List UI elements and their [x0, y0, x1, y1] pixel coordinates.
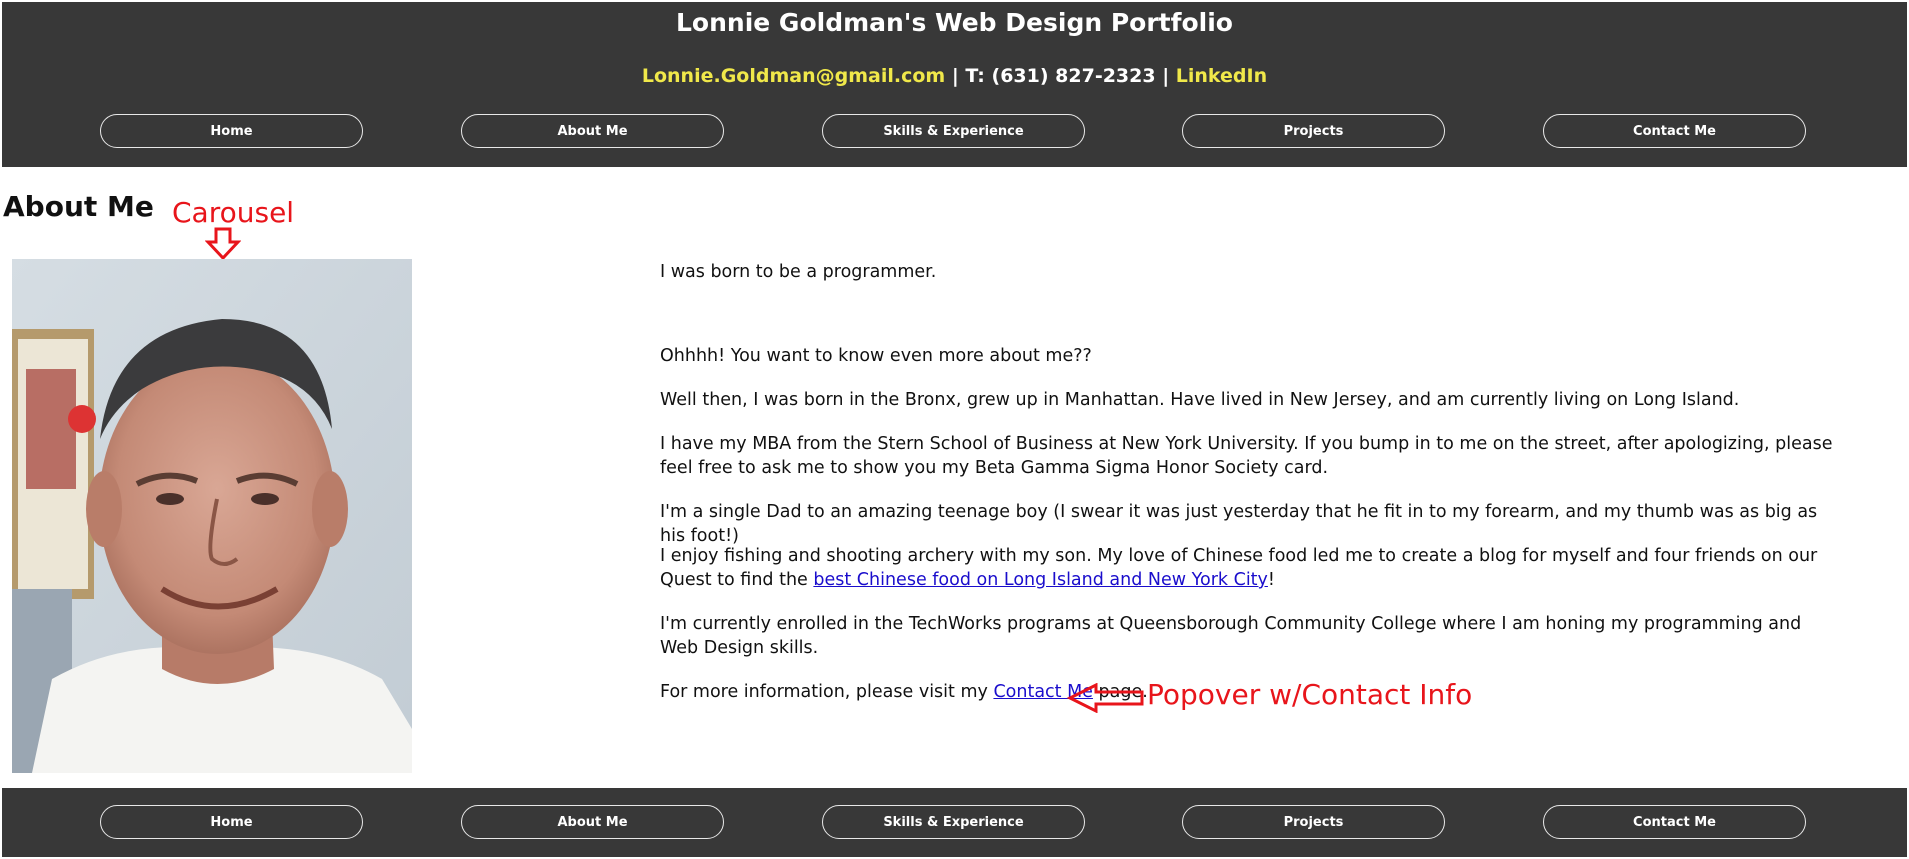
nav-skills-button[interactable]: Skills & Experience	[822, 114, 1085, 148]
paragraph: Ohhhh! You want to know even more about …	[660, 346, 1092, 366]
left-arrow-icon	[1066, 683, 1144, 713]
contact-line: Lonnie.Goldman@gmail.com | T: (631) 827-…	[2, 62, 1907, 90]
site-footer: Home About Me Skills & Experience Projec…	[2, 788, 1907, 857]
chinese-food-blog-link[interactable]: best Chinese food on Long Island and New…	[813, 570, 1268, 590]
paragraph: I enjoy fishing and shooting archery wit…	[660, 544, 1840, 592]
email-link[interactable]: Lonnie.Goldman@gmail.com	[642, 65, 945, 87]
phone-number: T: (631) 827-2323	[965, 65, 1156, 87]
nav-about-button[interactable]: About Me	[461, 114, 724, 148]
down-arrow-icon	[205, 227, 241, 261]
paragraph-text: For more information, please visit my	[660, 682, 994, 702]
site-header: Lonnie Goldman's Web Design Portfolio Lo…	[2, 2, 1907, 167]
footer-nav-home-button[interactable]: Home	[100, 805, 363, 839]
nav-contact-button[interactable]: Contact Me	[1543, 114, 1806, 148]
popover-annotation: Popover w/Contact Info	[1147, 678, 1473, 711]
paragraph: I'm currently enrolled in the TechWorks …	[660, 614, 1802, 658]
paragraph: I was born to be a programmer.	[660, 262, 937, 282]
nav-home-button[interactable]: Home	[100, 114, 363, 148]
paragraph: I have my MBA from the Stern School of B…	[660, 434, 1833, 478]
footer-nav-projects-button[interactable]: Projects	[1182, 805, 1445, 839]
linkedin-link[interactable]: LinkedIn	[1176, 65, 1267, 87]
carousel-annotation: Carousel	[172, 196, 295, 229]
separator: |	[945, 65, 966, 87]
paragraph-text: !	[1267, 570, 1275, 590]
nav-projects-button[interactable]: Projects	[1182, 114, 1445, 148]
footer-nav-skills-button[interactable]: Skills & Experience	[822, 805, 1085, 839]
site-title: Lonnie Goldman's Web Design Portfolio	[676, 8, 1233, 37]
carousel-profile-photo[interactable]	[12, 259, 412, 773]
paragraph: I'm a single Dad to an amazing teenage b…	[660, 502, 1818, 546]
page-title: About Me	[3, 190, 154, 223]
footer-nav-contact-button[interactable]: Contact Me	[1543, 805, 1806, 839]
footer-nav-about-button[interactable]: About Me	[461, 805, 724, 839]
paragraph: Well then, I was born in the Bronx, grew…	[660, 390, 1740, 410]
separator: |	[1155, 65, 1176, 87]
